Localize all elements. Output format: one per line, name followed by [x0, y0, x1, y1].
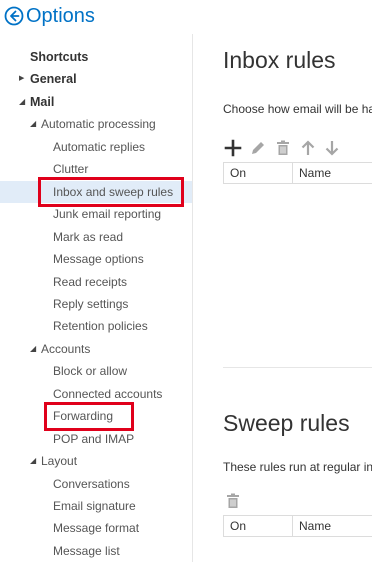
main-content: Inbox rules Choose how email will be ha: [193, 34, 372, 562]
column-header-on[interactable]: On: [230, 163, 246, 183]
add-icon: [223, 138, 243, 158]
sidebar-item-automatic-replies[interactable]: Automatic replies: [0, 136, 192, 158]
collapse-triangle-icon[interactable]: ▶: [19, 68, 24, 90]
sidebar-item-label: Connected accounts: [53, 386, 163, 401]
column-divider: [292, 516, 293, 536]
sidebar-item-forwarding[interactable]: Forwarding: [0, 405, 192, 427]
move-up-arrow-icon: [298, 138, 318, 158]
sidebar-item-label: POP and IMAP: [53, 431, 135, 446]
edit-rule-button[interactable]: [248, 138, 268, 158]
sidebar-item-label: Accounts: [41, 341, 91, 356]
move-up-button[interactable]: [298, 138, 318, 158]
delete-rule-button[interactable]: [273, 138, 293, 158]
back-button[interactable]: [4, 6, 24, 26]
sidebar-item-reply-settings[interactable]: Reply settings: [0, 293, 192, 315]
sweep-rules-table-header: On Name: [223, 515, 372, 537]
sweep-rules-toolbar: [223, 491, 253, 511]
column-header-on[interactable]: On: [230, 516, 246, 536]
column-header-name[interactable]: Name: [299, 163, 331, 183]
delete-trash-icon: [223, 491, 243, 511]
sidebar-item-accounts[interactable]: ◢ Accounts: [0, 338, 192, 360]
sidebar-item-shortcuts[interactable]: Shortcuts: [0, 46, 192, 68]
sweep-rules-title: Sweep rules: [223, 410, 350, 436]
sidebar-item-label: Email signature: [53, 499, 136, 513]
sidebar-item-automatic-processing[interactable]: ◢ Automatic processing: [0, 113, 192, 135]
expand-triangle-icon[interactable]: ◢: [30, 113, 36, 135]
expand-triangle-icon[interactable]: ◢: [30, 450, 36, 472]
column-header-name[interactable]: Name: [299, 516, 331, 536]
sidebar-item-label: Block or allow: [53, 364, 128, 379]
sidebar-item-label: Conversations: [53, 476, 130, 491]
column-divider: [292, 163, 293, 183]
sidebar-item-clutter[interactable]: Clutter: [0, 158, 192, 180]
inbox-rules-description: Choose how email will be ha: [223, 102, 372, 116]
sidebar-item-message-list[interactable]: Message list: [0, 540, 192, 562]
page-title: Options: [26, 5, 95, 27]
sidebar-item-label: Reply settings: [53, 296, 129, 311]
sidebar-item-label: Automatic replies: [53, 139, 146, 154]
sidebar-item-email-signature[interactable]: Email signature: [0, 495, 192, 517]
sidebar-item-retention-policies[interactable]: Retention policies: [0, 315, 192, 337]
sidebar-item-label: Inbox and sweep rules: [53, 184, 174, 199]
delete-sweep-rule-button[interactable]: [223, 491, 243, 511]
add-rule-button[interactable]: [223, 138, 243, 158]
sidebar-item-message-format[interactable]: Message format: [0, 517, 192, 539]
sweep-rules-description: These rules run at regular int: [223, 460, 372, 474]
sidebar-item-label: Message format: [53, 521, 140, 536]
move-down-arrow-icon: [322, 138, 342, 158]
expand-triangle-icon[interactable]: ◢: [19, 91, 25, 113]
options-sidebar: Shortcuts ▶ General ◢ Mail ◢ Automatic process…: [0, 34, 193, 562]
sidebar-item-junk-email-reporting[interactable]: Junk email reporting: [0, 203, 192, 225]
sidebar-item-block-or-allow[interactable]: Block or allow: [0, 360, 192, 382]
sidebar-item-label: Shortcuts: [30, 50, 89, 64]
options-header: Options: [0, 0, 372, 34]
edit-pencil-icon: [248, 138, 268, 158]
section-divider: [223, 367, 372, 368]
inbox-rules-table-header: On Name: [223, 162, 372, 184]
sidebar-item-label: Read receipts: [53, 274, 128, 289]
sidebar-item-layout[interactable]: ◢ Layout: [0, 450, 192, 472]
sidebar-item-label: Automatic processing: [41, 117, 156, 132]
back-arrow-circle-icon: [4, 6, 24, 26]
sidebar-item-label: Junk email reporting: [53, 207, 162, 222]
sidebar-item-label: Mark as read: [53, 229, 124, 244]
sidebar-item-conversations[interactable]: Conversations: [0, 473, 192, 495]
expand-triangle-icon[interactable]: ◢: [30, 338, 36, 360]
sidebar-item-connected-accounts[interactable]: Connected accounts: [0, 383, 192, 405]
sidebar-item-mark-as-read[interactable]: Mark as read: [0, 226, 192, 248]
sidebar-item-label: Mail: [30, 94, 55, 109]
inbox-rules-title: Inbox rules: [223, 47, 336, 73]
sidebar-item-general[interactable]: ▶ General: [0, 68, 192, 90]
delete-trash-icon: [273, 138, 293, 158]
sidebar-item-label: Clutter: [53, 162, 89, 177]
sidebar-item-pop-and-imap[interactable]: POP and IMAP: [0, 428, 192, 450]
sidebar-item-inbox-and-sweep-rules[interactable]: Inbox and sweep rules: [0, 180, 192, 203]
move-down-button[interactable]: [322, 138, 342, 158]
sidebar-item-label: Layout: [41, 454, 78, 469]
sidebar-item-label: Message list: [53, 543, 120, 558]
sidebar-item-label: Forwarding: [53, 409, 114, 424]
sidebar-item-label: Message options: [53, 252, 144, 267]
sidebar-item-message-options[interactable]: Message options: [0, 248, 192, 270]
sidebar-item-read-receipts[interactable]: Read receipts: [0, 271, 192, 293]
inbox-rules-toolbar: [223, 138, 353, 158]
sidebar-item-label: Retention policies: [53, 319, 148, 334]
sidebar-item-mail[interactable]: ◢ Mail: [0, 91, 192, 113]
sidebar-item-label: General: [30, 72, 77, 87]
options-page: Options Shortcuts ▶ General ◢ Mail ◢ Automatic…: [0, 0, 372, 562]
